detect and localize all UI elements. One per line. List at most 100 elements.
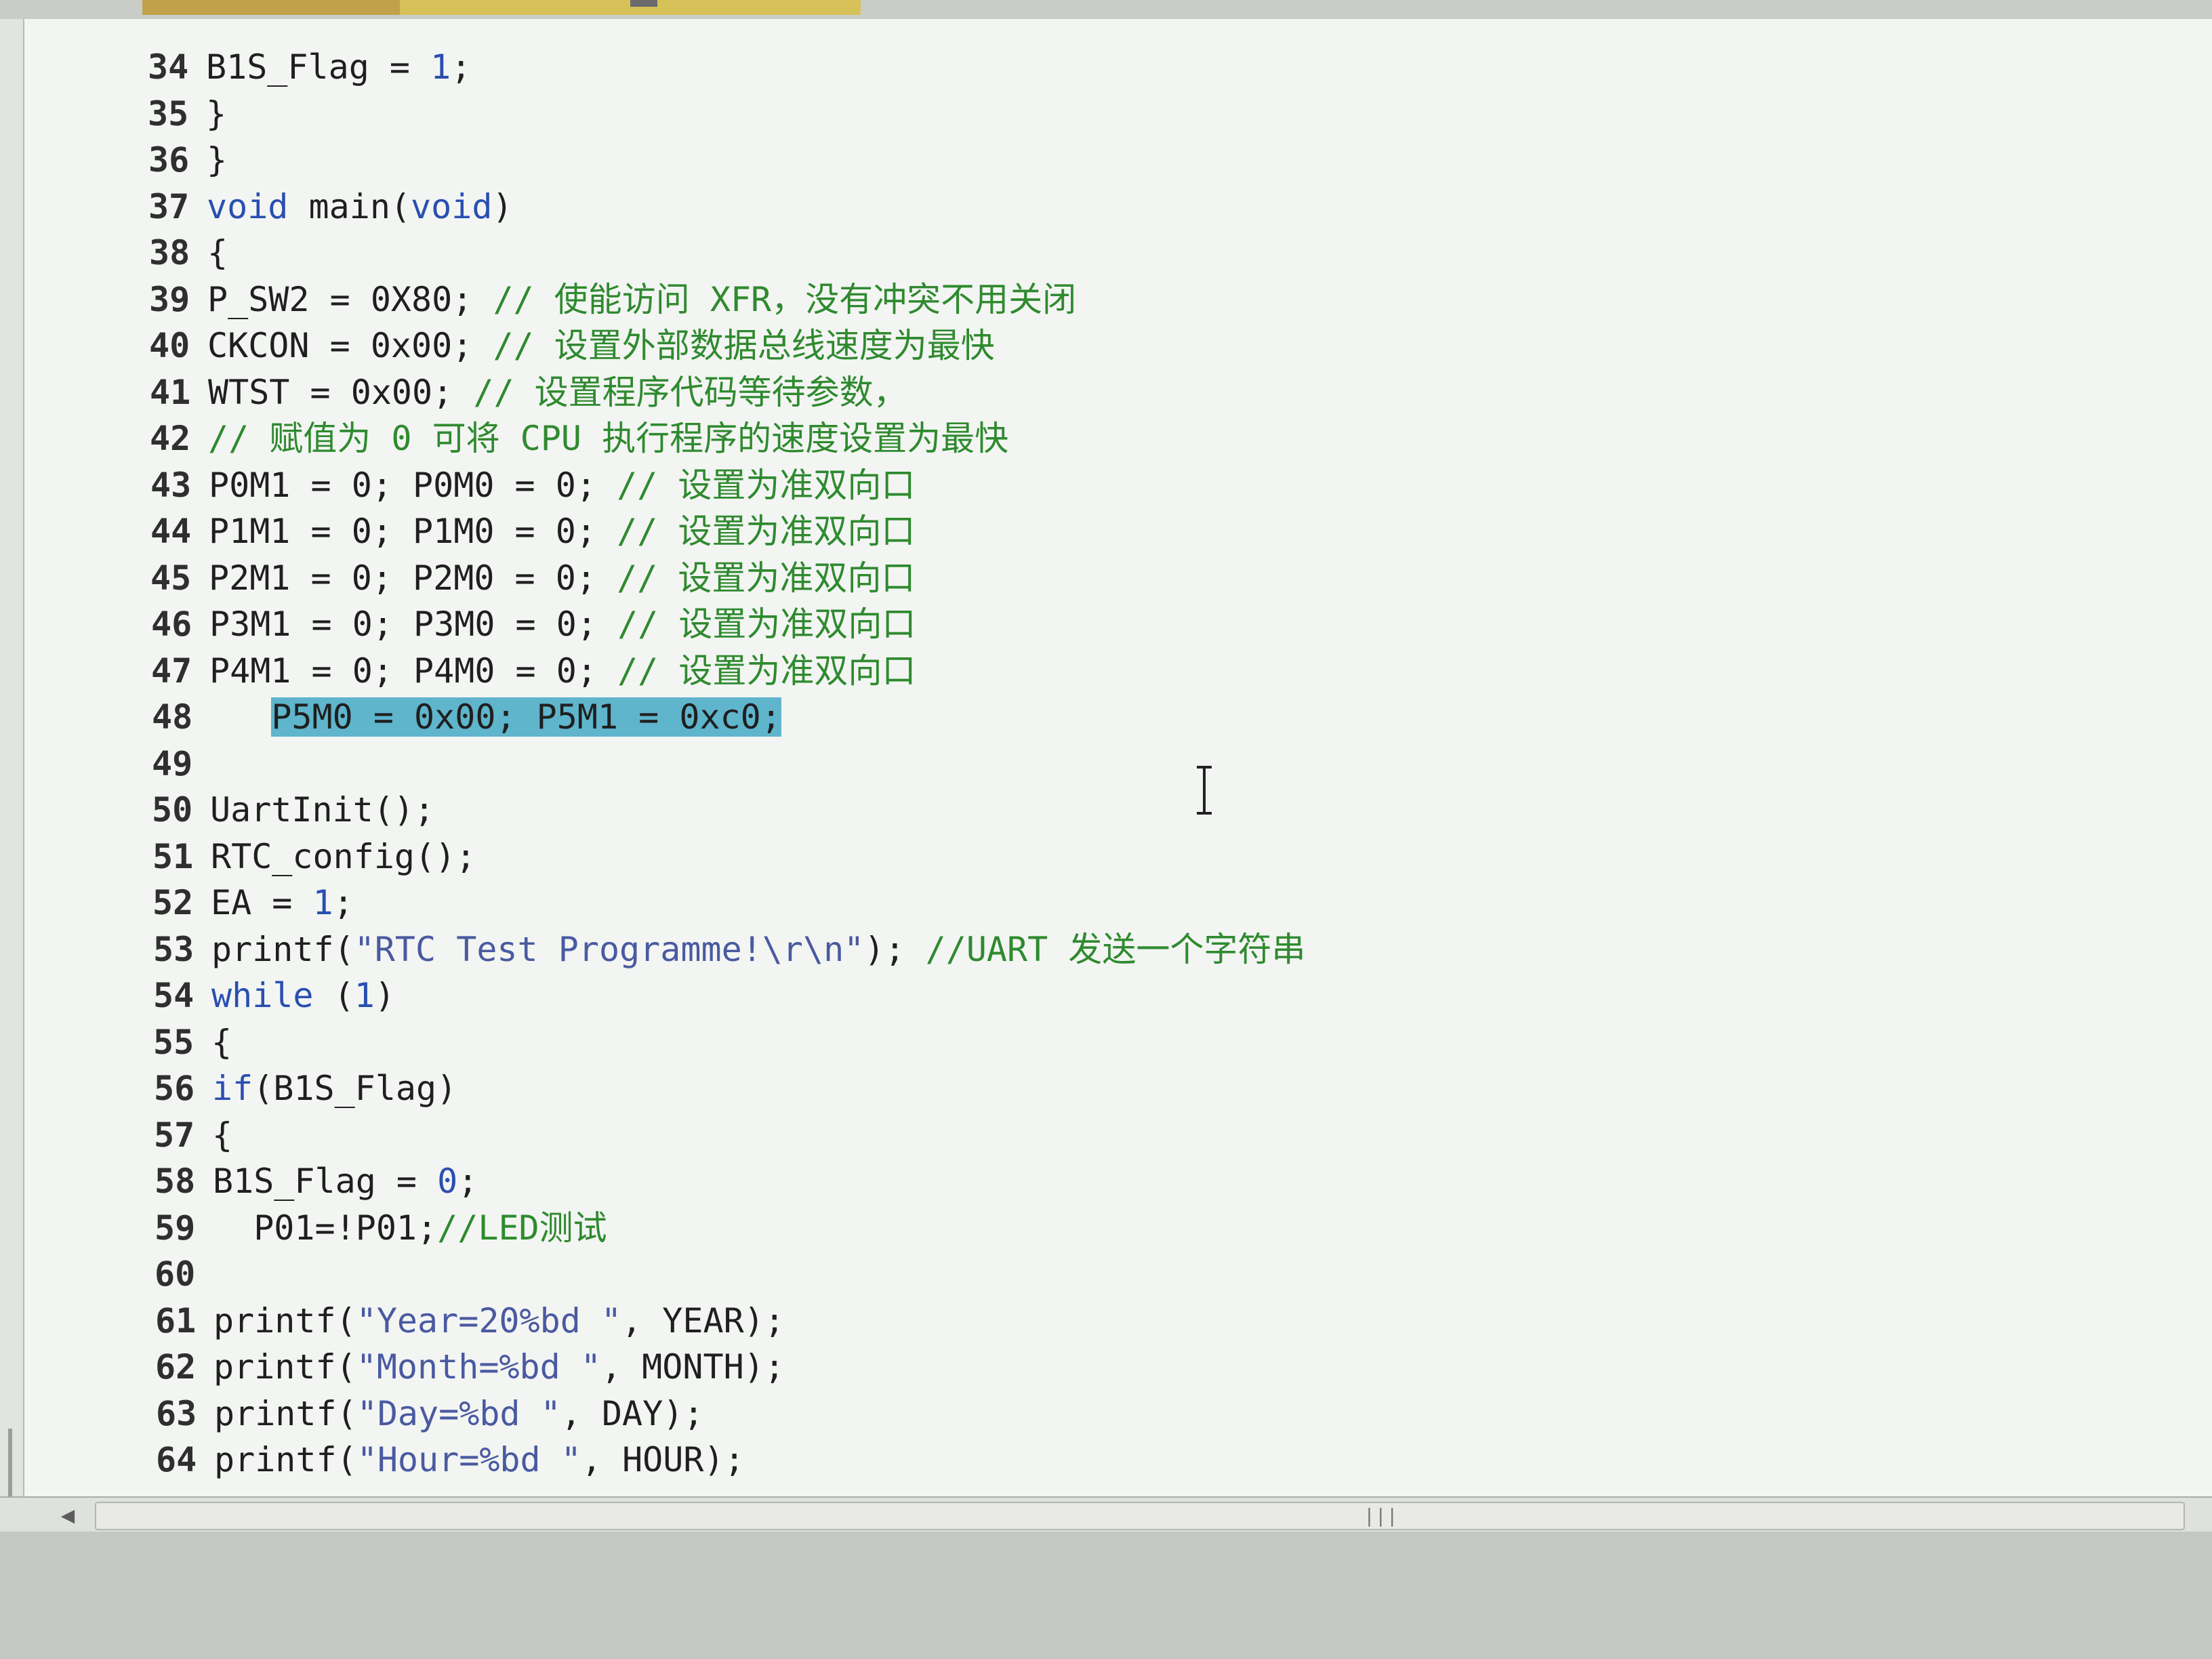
code-text: UartInit(); [210, 786, 434, 834]
editor-gutter [0, 19, 24, 1496]
code-text: P4M1 = 0; P4M0 = 0; // 设置为准双向口 [209, 647, 916, 695]
code-token: } [206, 94, 227, 134]
code-token: { [212, 1115, 233, 1155]
line-number: 39 [149, 279, 190, 319]
line-number: 56 [154, 1069, 195, 1108]
code-text: EA = 1; [211, 879, 354, 926]
code-token: , YEAR); [621, 1300, 785, 1340]
code-text: printf("Hour=%bd ", HOUR); [214, 1436, 745, 1483]
scrollbar-grip-icon: ||| [1364, 1504, 1398, 1527]
line-number: 62 [155, 1347, 197, 1387]
code-token: // 设置为准双向口 [617, 465, 916, 505]
line-number: 53 [153, 929, 194, 969]
line-number: 34 [148, 47, 189, 87]
code-token: printf( [214, 1393, 357, 1433]
code-token: if [212, 1069, 253, 1108]
line-number: 36 [148, 140, 190, 180]
code-token: void [207, 186, 289, 226]
code-token: // 设置为准双向口 [617, 512, 916, 551]
code-text: printf("Year=20%bd ", YEAR); [213, 1297, 785, 1345]
code-token: ); [864, 929, 926, 969]
code-token: // 设置程序代码等待参数， [473, 372, 907, 412]
arrow-left-icon[interactable]: ◀ [54, 1502, 81, 1529]
code-text: P5M0 = 0x00; P5M1 = 0xc0; [210, 693, 781, 741]
code-text: { [207, 229, 228, 276]
fold-marker[interactable] [8, 1429, 12, 1496]
line-number: 49 [152, 743, 193, 783]
code-token: P2M1 = 0; P2M0 = 0; [209, 558, 617, 598]
code-text: while (1) [211, 972, 395, 1019]
code-token: 1 [354, 976, 375, 1015]
code-token: , MONTH); [600, 1347, 785, 1387]
code-token: P01=!P01; [213, 1208, 438, 1248]
code-token: void [411, 186, 493, 226]
line-number: 52 [152, 883, 194, 922]
code-token: printf( [213, 1300, 356, 1340]
code-text: P3M1 = 0; P3M0 = 0; // 设置为准双向口 [209, 600, 916, 648]
horizontal-scrollbar[interactable]: ◀ ||| [0, 1496, 2212, 1533]
line-number: 55 [153, 1022, 194, 1062]
line-number: 43 [150, 465, 192, 505]
line-number: 42 [150, 419, 191, 458]
line-number: 40 [149, 326, 190, 365]
code-text: WTST = 0x00; // 设置程序代码等待参数， [208, 369, 907, 416]
code-token: "Month=%bd " [356, 1347, 601, 1387]
code-token: // 使能访问 XFR，没有冲突不用关闭 [493, 279, 1077, 319]
line-number: 64 [156, 1440, 197, 1479]
code-token: WTST = 0x00; [208, 372, 474, 412]
line-number: 57 [154, 1115, 195, 1155]
code-token: P1M1 = 0; P1M0 = 0; [209, 512, 617, 551]
code-text: // 赋值为 0 可将 CPU 执行程序的速度设置为最快 [208, 415, 1008, 462]
tab-close-icon[interactable] [630, 0, 657, 7]
tab-strip [0, 0, 2212, 21]
code-token: "RTC Test Programme!\r\n" [354, 929, 865, 969]
line-number: 61 [155, 1300, 197, 1340]
code-text: printf("Day=%bd ", DAY); [214, 1390, 703, 1437]
code-text: printf("Month=%bd ", MONTH); [213, 1343, 785, 1391]
line-number: 41 [150, 372, 191, 412]
code-token: 1 [312, 883, 333, 922]
code-token: EA = [211, 883, 313, 922]
code-token: main( [288, 186, 411, 226]
code-token: ; [451, 47, 472, 87]
code-text: RTC_config(); [211, 833, 476, 880]
code-text: B1S_Flag = 0; [213, 1158, 478, 1205]
code-token: P0M1 = 0; P0M0 = 0; [209, 465, 617, 505]
code-text: P1M1 = 0; P1M0 = 0; // 设置为准双向口 [209, 508, 915, 555]
line-number: 50 [152, 790, 193, 830]
line-number: 60 [155, 1254, 196, 1294]
code-token: P_SW2 = 0X80; [207, 279, 493, 319]
code-token: P3M1 = 0; P3M0 = 0; [209, 605, 618, 644]
code-token: B1S_Flag = [206, 47, 431, 87]
code-token: P4M1 = 0; P4M0 = 0; [209, 651, 618, 691]
code-text: void main(void) [207, 183, 513, 230]
code-token: B1S_Flag = [213, 1162, 438, 1201]
code-text: CKCON = 0x00; // 设置外部数据总线速度为最快 [207, 322, 995, 369]
code-token: //LED测试 [437, 1208, 607, 1248]
code-text: { [212, 1111, 232, 1159]
code-token: ; [457, 1162, 478, 1201]
code-token: ; [333, 883, 354, 922]
editor-tab[interactable] [142, 0, 400, 15]
code-token: UartInit(); [210, 790, 435, 830]
code-token: printf( [214, 1440, 357, 1479]
line-number: 46 [151, 605, 192, 644]
line-number: 45 [150, 558, 192, 598]
line-number: 54 [153, 976, 194, 1015]
code-token: } [207, 140, 228, 180]
line-number: 48 [152, 697, 193, 737]
code-text: } [207, 136, 227, 184]
code-token: "Hour=%bd " [356, 1440, 581, 1479]
scrollbar-thumb[interactable]: ||| [95, 1502, 2185, 1530]
line-number: 63 [156, 1393, 197, 1433]
code-token: // 设置为准双向口 [617, 605, 916, 644]
line-number: 59 [155, 1208, 196, 1248]
selected-text: P5M0 = 0x00; P5M1 = 0xc0; [271, 697, 781, 737]
code-token: // 设置为准双向口 [617, 558, 916, 598]
code-token: // 设置为准双向口 [617, 651, 916, 691]
code-text: P01=!P01;//LED测试 [213, 1204, 607, 1252]
line-number: 44 [150, 512, 192, 551]
code-token: // 设置外部数据总线速度为最快 [493, 326, 995, 365]
line-number: 51 [152, 836, 194, 876]
code-editor[interactable]: 34 B1S_Flag = 1; 35} 36} 37 void main(void) 38… [24, 19, 2212, 1496]
